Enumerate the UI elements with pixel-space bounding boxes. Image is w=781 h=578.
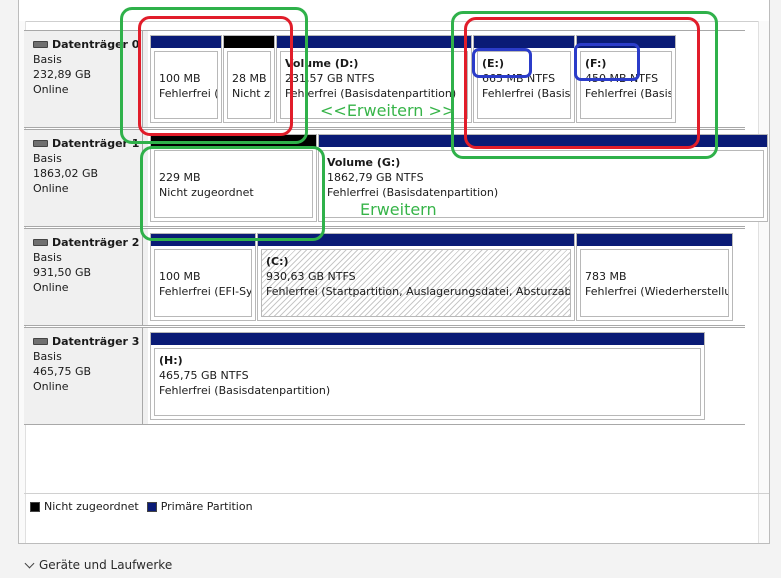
partition-label: (C:) xyxy=(266,255,289,268)
partition-bar xyxy=(474,36,574,48)
chevron-down-icon xyxy=(24,558,35,568)
partition-status: Fehlerfrei (Basis xyxy=(585,87,672,100)
disk-size: 232,89 GB xyxy=(33,68,92,81)
disk-title: Datenträger 2 xyxy=(52,236,140,249)
partition-status: Fehlerfrei (EFI-Sys xyxy=(159,285,252,298)
disk-drive-icon xyxy=(33,41,48,48)
legend-divider xyxy=(24,493,769,494)
partition-body: 783 MB Fehlerfrei (Wiederherstellu xyxy=(580,249,729,317)
partition-status: Nicht z xyxy=(232,87,270,100)
partition-label: (E:) xyxy=(482,57,504,70)
legend-unallocated: Nicht zugeordnet xyxy=(44,500,139,513)
footer-label: Geräte und Laufwerke xyxy=(39,558,173,572)
legend: Nicht zugeordnet Primäre Partition xyxy=(30,500,253,513)
partition-size: 450 MB NTFS xyxy=(585,72,659,85)
partition-status: Fehlerfrei (Wiederherstellu xyxy=(585,285,729,298)
partition-label: Volume (G:) xyxy=(327,156,401,169)
partition-bar xyxy=(151,135,316,147)
disk-info-1[interactable]: Datenträger 1 Basis 1863,02 GB Online xyxy=(24,130,143,226)
unallocated-swatch xyxy=(30,501,40,512)
disk-drive-icon xyxy=(33,140,48,147)
disk-title: Datenträger 3 xyxy=(52,335,140,348)
partition-size: 100 MB xyxy=(159,270,201,283)
partition-body: 100 MB Fehlerfrei ( xyxy=(154,51,218,119)
disk-row-3: Datenträger 3 Basis 465,75 GB Online (H:… xyxy=(24,327,745,425)
partition-size: 465,75 GB NTFS xyxy=(159,369,249,382)
disk-info-3[interactable]: Datenträger 3 Basis 465,75 GB Online xyxy=(24,328,143,424)
partition-area: (H:) 465,75 GB NTFS Fehlerfrei (Basisdat… xyxy=(148,328,745,424)
partition-c[interactable]: (C:) 930,63 GB NTFS Fehlerfrei (Startpar… xyxy=(257,233,575,321)
partition-size: 665 MB NTFS xyxy=(482,72,556,85)
vertical-scrollbar[interactable] xyxy=(758,21,769,543)
partition-efi[interactable]: 100 MB Fehlerfrei (EFI-Sys xyxy=(150,233,256,321)
annotation-extend-d: <<Erweitern >> xyxy=(320,101,456,120)
disk-type: Basis xyxy=(33,251,62,264)
primary-swatch xyxy=(146,501,157,512)
partition-body: (E:) 665 MB NTFS Fehlerfrei (Basisd xyxy=(477,51,571,119)
partition-label: (F:) xyxy=(585,57,607,70)
partition-status: Fehlerfrei (Basisd xyxy=(482,87,571,100)
disk-info-2[interactable]: Datenträger 2 Basis 931,50 GB Online xyxy=(24,229,143,325)
partition-size: 930,63 GB NTFS xyxy=(266,270,356,283)
partition-bar xyxy=(319,135,767,147)
disk-row-2: Datenträger 2 Basis 931,50 GB Online 100… xyxy=(24,228,745,326)
partition-e[interactable]: (E:) 665 MB NTFS Fehlerfrei (Basisd xyxy=(473,35,575,123)
partition-unallocated[interactable]: 229 MB Nicht zugeordnet xyxy=(150,134,317,222)
disk-size: 931,50 GB xyxy=(33,266,92,279)
partition-size: 1862,79 GB NTFS xyxy=(327,171,424,184)
disk-info-0[interactable]: Datenträger 0 Basis 232,89 GB Online xyxy=(24,31,143,127)
partition-h[interactable]: (H:) 465,75 GB NTFS Fehlerfrei (Basisdat… xyxy=(150,332,705,420)
legend-primary: Primäre Partition xyxy=(160,500,253,513)
partition-bar xyxy=(577,36,675,48)
annotation-extend-g: Erweitern xyxy=(360,200,437,219)
volume-list-bottom-edge xyxy=(19,0,769,22)
disk-title: Datenträger 1 xyxy=(52,137,140,150)
partition-bar xyxy=(224,36,274,48)
partition-body: 100 MB Fehlerfrei (EFI-Sys xyxy=(154,249,252,317)
partition-status: Nicht zugeordnet xyxy=(159,186,254,199)
partition-recovery[interactable]: 783 MB Fehlerfrei (Wiederherstellu xyxy=(576,233,733,321)
disk-status: Online xyxy=(33,380,69,393)
partition-area: 100 MB Fehlerfrei (EFI-Sys (C:) 930,63 G… xyxy=(148,229,745,325)
partition-label: (H:) xyxy=(159,354,183,367)
devices-and-drives-toggle[interactable]: Geräte und Laufwerke xyxy=(24,558,173,572)
disk-type: Basis xyxy=(33,350,62,363)
partition-size: 100 MB xyxy=(159,72,201,85)
partition-efi[interactable]: 100 MB Fehlerfrei ( xyxy=(150,35,222,123)
partition-bar xyxy=(151,234,255,246)
disk-size: 465,75 GB xyxy=(33,365,92,378)
partition-bar xyxy=(151,36,221,48)
disk-drive-icon xyxy=(33,239,48,246)
disk-size: 1863,02 GB xyxy=(33,167,99,180)
partition-unallocated[interactable]: 28 MB Nicht z xyxy=(223,35,275,123)
partition-area: 229 MB Nicht zugeordnet Volume (G:) 1862… xyxy=(148,130,768,226)
partition-body: (C:) 930,63 GB NTFS Fehlerfrei (Startpar… xyxy=(261,249,571,317)
partition-size: 231,57 GB NTFS xyxy=(285,72,375,85)
partition-size: 229 MB xyxy=(159,171,201,184)
disk-title: Datenträger 0 xyxy=(52,38,140,51)
partition-body: 28 MB Nicht z xyxy=(227,51,271,119)
partition-status: Fehlerfrei (Basisdatenpartition) xyxy=(285,87,457,100)
disk-status: Online xyxy=(33,182,69,195)
partition-size: 28 MB xyxy=(232,72,267,85)
partition-label: Volume (D:) xyxy=(285,57,359,70)
disk-status: Online xyxy=(33,281,69,294)
partition-f[interactable]: (F:) 450 MB NTFS Fehlerfrei (Basis xyxy=(576,35,676,123)
partition-size: 783 MB xyxy=(585,270,627,283)
disk-status: Online xyxy=(33,83,69,96)
disk-type: Basis xyxy=(33,152,62,165)
partition-body: (H:) 465,75 GB NTFS Fehlerfrei (Basisdat… xyxy=(154,348,701,416)
partition-bar xyxy=(151,333,704,345)
partition-status: Fehlerfrei (Startpartition, Auslagerungs… xyxy=(266,285,571,298)
partition-bar xyxy=(577,234,732,246)
partition-bar xyxy=(277,36,471,48)
partition-body: 229 MB Nicht zugeordnet xyxy=(154,150,313,218)
disk-type: Basis xyxy=(33,53,62,66)
partition-bar xyxy=(258,234,574,246)
partition-status: Fehlerfrei ( xyxy=(159,87,218,100)
partition-status: Fehlerfrei (Basisdatenpartition) xyxy=(159,384,331,397)
partition-status: Fehlerfrei (Basisdatenpartition) xyxy=(327,186,499,199)
disk-drive-icon xyxy=(33,338,48,345)
partition-body: (F:) 450 MB NTFS Fehlerfrei (Basis xyxy=(580,51,672,119)
